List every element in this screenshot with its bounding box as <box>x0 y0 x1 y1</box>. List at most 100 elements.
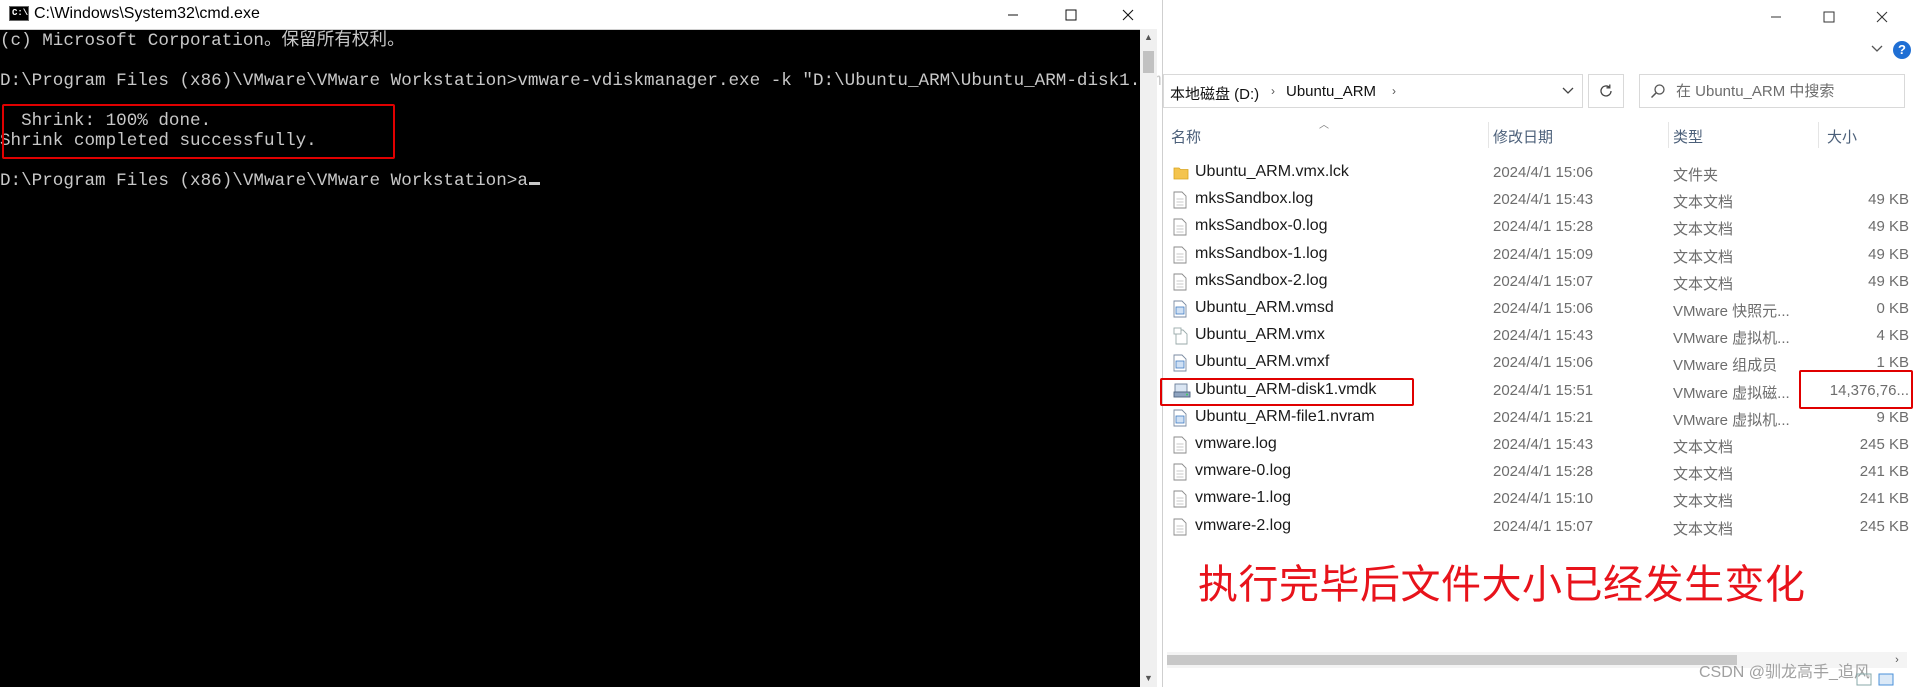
file-date: 2024/4/1 15:51 <box>1493 381 1594 399</box>
breadcrumb-drive[interactable]: 本地磁盘 (D:) <box>1170 83 1259 104</box>
file-row[interactable]: mksSandbox-1.log 2024/4/1 15:09 文本文档 49 KB <box>1163 242 1914 269</box>
file-date: 2024/4/1 15:43 <box>1493 191 1594 209</box>
file-type: 文件夹 <box>1673 167 1719 184</box>
text-file-icon <box>1173 463 1187 481</box>
cmd-minimize-button[interactable] <box>984 0 1042 29</box>
cmd-vertical-scrollbar[interactable]: ▲ ▼ <box>1140 29 1157 687</box>
cmd-close-button[interactable] <box>1099 0 1157 29</box>
maximize-icon <box>1823 11 1835 23</box>
file-size: 49 KB <box>1868 218 1909 236</box>
file-row[interactable]: Ubuntu_ARM.vmsd 2024/4/1 15:06 VMware 快照元.… <box>1163 296 1914 323</box>
file-row[interactable]: Ubuntu_ARM-disk1.vmdk 2024/4/1 15:51 VMwar… <box>1160 369 1914 409</box>
column-header-name[interactable]: 名称 <box>1171 126 1201 147</box>
file-date: 2024/4/1 15:06 <box>1493 164 1594 181</box>
file-type: 文本文档 <box>1673 520 1734 538</box>
file-name: mksSandbox.log <box>1195 190 1314 208</box>
scroll-right-arrow-icon[interactable]: › <box>1887 652 1907 668</box>
file-row[interactable]: mksSandbox-0.log 2024/4/1 15:28 文本文档 49 KB <box>1163 214 1914 241</box>
file-row[interactable]: Ubuntu_ARM.vmx 2024/4/1 15:43 VMware 虚拟机..… <box>1163 323 1914 350</box>
explorer-maximize-button[interactable] <box>1806 2 1852 32</box>
file-type: VMware 快照元... <box>1673 303 1790 320</box>
text-file-icon <box>1173 490 1187 508</box>
ribbon-expand-chevron-icon[interactable] <box>1868 40 1886 58</box>
scroll-thumb[interactable] <box>1143 51 1154 73</box>
text-file-icon <box>1173 436 1187 454</box>
column-header-date[interactable]: 修改日期 <box>1493 126 1553 147</box>
file-name: Ubuntu_ARM.vmx.lck <box>1195 163 1349 180</box>
file-row[interactable]: vmware-0.log 2024/4/1 15:28 文本文档 241 KB <box>1163 459 1914 486</box>
breadcrumb-chevron-icon[interactable]: › <box>1271 84 1275 98</box>
view-mode-icons[interactable] <box>1853 672 1903 686</box>
annotation-text: 执行完毕后文件大小已经发生变化 <box>1198 563 1806 607</box>
file-size: 1 KB <box>1876 354 1909 372</box>
column-header-size[interactable]: 大小 <box>1827 126 1857 147</box>
file-row[interactable]: vmware-1.log 2024/4/1 15:10 文本文档 241 KB <box>1163 486 1914 513</box>
file-type: 文本文档 <box>1673 493 1734 511</box>
file-size: 49 KB <box>1868 191 1909 209</box>
column-divider[interactable] <box>1488 122 1489 148</box>
file-row[interactable]: vmware.log 2024/4/1 15:43 文本文档 245 KB <box>1163 432 1914 459</box>
file-date: 2024/4/1 15:28 <box>1493 218 1594 236</box>
text-file-icon <box>1173 246 1187 264</box>
file-date: 2024/4/1 15:06 <box>1493 354 1594 372</box>
file-date: 2024/4/1 15:06 <box>1493 300 1594 317</box>
file-row[interactable]: mksSandbox.log 2024/4/1 15:43 文本文档 49 KB <box>1163 187 1914 214</box>
file-date: 2024/4/1 15:43 <box>1493 327 1594 345</box>
chevron-down-icon <box>1562 87 1574 94</box>
text-file-icon <box>1173 218 1187 236</box>
vmdk-name-highlight <box>1160 377 1414 406</box>
search-box[interactable] <box>1639 74 1905 108</box>
refresh-icon <box>1600 84 1612 97</box>
address-bar[interactable]: 本地磁盘 (D:) › Ubuntu_ARM › <box>1163 74 1583 108</box>
address-history-dropdown[interactable] <box>1554 75 1582 107</box>
close-icon <box>1876 11 1888 23</box>
file-size: 245 KB <box>1859 517 1909 535</box>
vmware-file-icon <box>1173 409 1187 427</box>
file-date: 2024/4/1 15:10 <box>1493 490 1594 508</box>
explorer-minimize-button[interactable] <box>1753 2 1799 32</box>
refresh-button[interactable] <box>1588 74 1624 108</box>
file-type: VMware 组成员 <box>1673 357 1778 375</box>
file-name: Ubuntu_ARM-file1.nvram <box>1195 407 1375 425</box>
close-icon <box>1122 9 1134 20</box>
scroll-up-arrow-icon[interactable]: ▲ <box>1140 29 1157 46</box>
file-row[interactable]: mksSandbox-2.log 2024/4/1 15:07 文本文档 49 KB <box>1163 269 1914 296</box>
maximize-icon <box>1065 9 1077 20</box>
file-type: 文本文档 <box>1673 248 1734 266</box>
file-size: 241 KB <box>1859 490 1909 508</box>
file-size: 9 KB <box>1876 408 1909 426</box>
cmd-window-title: C:\Windows\System32\cmd.exe <box>34 5 260 22</box>
file-row[interactable]: Ubuntu_ARM.vmx.lck 2024/4/1 15:06 文件夹 <box>1163 160 1914 187</box>
file-type: 文本文档 <box>1673 275 1734 293</box>
breadcrumb-chevron-icon[interactable]: › <box>1392 84 1396 98</box>
scroll-down-arrow-icon[interactable]: ▼ <box>1140 670 1157 687</box>
folder-icon <box>1173 164 1189 182</box>
file-type: VMware 虚拟磁... <box>1673 384 1790 402</box>
watermark: CSDN @驯龙高手_追风 <box>1699 664 1870 681</box>
help-icon[interactable]: ? <box>1893 41 1911 59</box>
file-row[interactable]: Ubuntu_ARM-file1.nvram 2024/4/1 15:21 VMwa… <box>1163 405 1914 432</box>
file-row[interactable]: vmware-2.log 2024/4/1 15:07 文本文档 245 KB <box>1163 514 1914 541</box>
breadcrumb-folder[interactable]: Ubuntu_ARM <box>1286 83 1376 100</box>
column-header-row: ︿ 名称 修改日期 类型 大小 <box>1163 120 1914 148</box>
column-divider[interactable] <box>1668 122 1669 148</box>
file-type: 文本文档 <box>1673 466 1734 484</box>
cmd-title-bar[interactable]: C:\ C:\Windows\System32\cmd.exe <box>0 0 1157 30</box>
explorer-close-button[interactable] <box>1859 2 1905 32</box>
search-icon <box>1650 84 1665 99</box>
file-date: 2024/4/1 15:21 <box>1493 408 1594 426</box>
text-file-icon <box>1173 518 1187 536</box>
file-size: 4 KB <box>1876 327 1909 345</box>
file-type: 文本文档 <box>1673 194 1734 212</box>
cmd-maximize-button[interactable] <box>1042 0 1100 29</box>
file-name: vmware.log <box>1195 435 1277 452</box>
column-divider[interactable] <box>1818 122 1819 148</box>
minimize-icon <box>1008 14 1018 15</box>
text-cursor <box>528 182 540 185</box>
file-date: 2024/4/1 15:43 <box>1493 436 1594 453</box>
search-input[interactable] <box>1676 77 1896 105</box>
file-name: mksSandbox-2.log <box>1195 271 1328 289</box>
scroll-thumb[interactable] <box>1167 655 1737 665</box>
file-date: 2024/4/1 15:07 <box>1493 517 1594 535</box>
column-header-type[interactable]: 类型 <box>1673 126 1703 147</box>
